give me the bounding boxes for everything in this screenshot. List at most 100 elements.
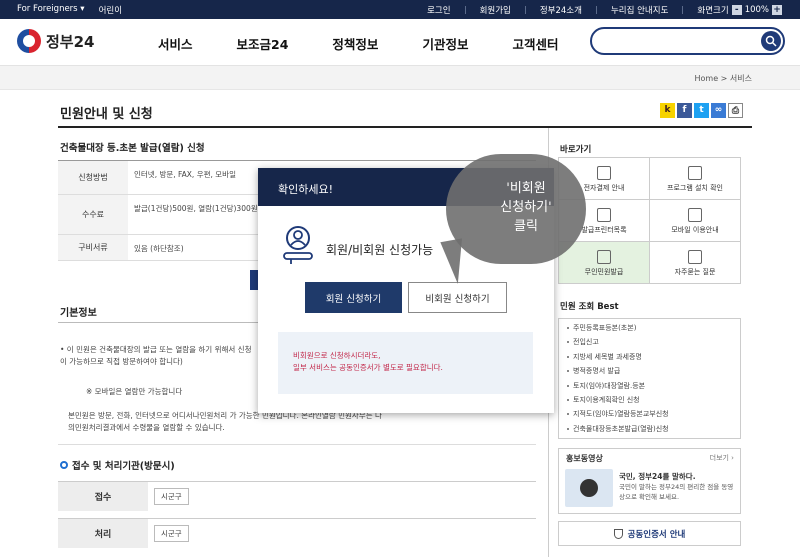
twitter-share-icon[interactable]: t	[694, 103, 709, 118]
promo-video-box: 홍보동영상 더보기 › 국민, 정부24를 말하다. 국민이 말하는 정부24의…	[558, 448, 741, 514]
divider	[682, 6, 684, 14]
user-apply-icon	[283, 226, 313, 264]
logo[interactable]: 정부24	[17, 29, 94, 53]
shortcuts-title: 바로가기	[560, 145, 592, 155]
process-value: 시군구	[148, 519, 195, 548]
shortcut-label: 프로그램 설치 확인	[667, 184, 723, 192]
callout-text: '비회원 신청하기' 클릭	[486, 180, 566, 237]
video-thumbnail[interactable]	[565, 469, 613, 507]
zoom-out-button[interactable]: -	[731, 5, 742, 15]
screen-size-label: 화면크기	[697, 6, 729, 16]
process-label: 처리	[58, 519, 148, 548]
basic-info-heading: 기본정보	[60, 308, 97, 319]
nav-service[interactable]: 서비스	[158, 34, 193, 53]
certificate-label: 공동인증서 안내	[627, 529, 686, 540]
list-item[interactable]: 토지(임야)대장열람.등본	[567, 379, 732, 393]
row-label: 신청방법	[58, 161, 128, 194]
shortcut-label: 자주묻는 질문	[674, 268, 716, 276]
breadcrumb-current[interactable]: 서비스	[730, 74, 752, 83]
nav-policy[interactable]: 정책정보	[332, 34, 378, 53]
main-header: 정부24 서비스 보조금24 정책정보 기관정보 고객센터	[0, 19, 800, 66]
best-list: 주민등록표등본(초본) 전입신고 지방세 세목별 과세증명 병적증명서 발급 토…	[558, 318, 741, 440]
process-row: 접수 시군구	[58, 481, 536, 511]
list-item[interactable]: 지적도(임야도)열람등본교부신청	[567, 407, 732, 421]
member-apply-button[interactable]: 회원 신청하기	[305, 282, 402, 313]
shortcut-kiosk[interactable]: 무인민원발급	[559, 242, 650, 284]
kiosk-icon	[597, 250, 611, 264]
shortcut-faq[interactable]: 자주묻는 질문	[650, 242, 741, 284]
monitor-icon	[688, 166, 702, 180]
print-icon[interactable]: ⎙	[728, 103, 743, 118]
office-heading: 접수 및 처리기관(방문시)	[60, 458, 175, 472]
shortcut-program[interactable]: 프로그램 설치 확인	[650, 158, 741, 200]
list-item[interactable]: 토지이용계획확인 신청	[567, 393, 732, 407]
facebook-share-icon[interactable]: f	[677, 103, 692, 118]
kids-link[interactable]: 어린이	[99, 4, 122, 16]
title-divider	[58, 126, 752, 128]
list-item[interactable]: 전입신고	[567, 335, 732, 349]
service-title: 건축물대장 등.초본 발급(열람) 신청	[60, 143, 205, 154]
breadcrumb-home[interactable]: Home	[694, 74, 718, 83]
zoom-in-button[interactable]: +	[772, 5, 782, 15]
callout-line: '비회원	[506, 181, 546, 196]
logo-text: 정부24	[46, 32, 95, 51]
basic-info-text-2: 본민원은 방문, 전화, 인터넷으로 어디서나민원처리 가 가능한 민원입니다.…	[68, 411, 382, 432]
promo-headline[interactable]: 국민, 정부24를 말하다.	[619, 471, 696, 482]
join-link[interactable]: 회원가입	[480, 4, 511, 16]
nav-subsidy[interactable]: 보조금24	[237, 34, 289, 53]
promo-desc: 국민이 말하는 정부24의 편리한 점을 동영상으로 확인해 보세요.	[619, 483, 734, 501]
printer-icon	[597, 208, 611, 222]
main-nav: 서비스 보조금24 정책정보 기관정보 고객센터	[158, 34, 602, 53]
best-title: 민원 조회 Best	[560, 302, 619, 312]
breadcrumb: Home > 서비스	[694, 73, 752, 84]
top-utility-bar: For Foreigners ▾ 어린이 로그인 회원가입 정부24소개 누리집…	[0, 0, 800, 19]
shortcut-label: 무인민원발급	[584, 268, 624, 276]
modal-question: 회원/비회원 신청가능	[326, 243, 434, 257]
for-foreigners-link[interactable]: For Foreigners ▾	[17, 4, 85, 16]
search-button[interactable]	[761, 31, 781, 51]
divider	[595, 6, 597, 14]
list-item[interactable]: 건축물대장등초본발급(열람)신청	[567, 422, 732, 436]
shortcut-label: 전자결제 안내	[583, 184, 625, 192]
section-divider	[58, 444, 536, 445]
certificate-guide-button[interactable]: 공동인증서 안내	[558, 521, 741, 546]
agency-tag[interactable]: 시군구	[154, 525, 189, 542]
process-label: 접수	[58, 482, 148, 511]
notice-line-2: 일부 서비스는 공동인증서가 별도로 필요합니다.	[293, 363, 443, 372]
row-label: 수수료	[58, 195, 128, 234]
share-icons: k f t ∞ ⎙	[660, 103, 743, 118]
breadcrumb-sep: >	[720, 74, 728, 83]
process-value: 시군구	[148, 482, 195, 511]
download-icon	[597, 166, 611, 180]
zoom-control: 화면크기 - 100% +	[697, 4, 782, 16]
shortcut-mobile[interactable]: 모바일 이용안내	[650, 200, 741, 242]
sitemap-link[interactable]: 누리집 안내지도	[611, 4, 668, 16]
list-item[interactable]: 주민등록표등본(초본)	[567, 321, 732, 335]
divider	[524, 6, 526, 14]
taegeuk-logo-icon	[17, 29, 41, 53]
promo-more-link[interactable]: 더보기 ›	[710, 453, 734, 463]
list-item[interactable]: 지방세 세목별 과세증명	[567, 350, 732, 364]
search-icon	[765, 35, 777, 47]
nonmember-apply-button[interactable]: 비회원 신청하기	[408, 282, 507, 313]
chat-icon	[688, 250, 702, 264]
bullet-icon	[60, 461, 68, 469]
link-copy-icon[interactable]: ∞	[711, 103, 726, 118]
agency-tag[interactable]: 시군구	[154, 488, 189, 505]
nav-agency[interactable]: 기관정보	[422, 34, 468, 53]
list-item[interactable]: 병적증명서 발급	[567, 364, 732, 378]
nav-support[interactable]: 고객센터	[512, 34, 558, 53]
row-label: 구비서류	[58, 235, 128, 260]
search-input[interactable]	[590, 27, 785, 55]
page-title: 민원안내 및 신청	[60, 107, 153, 122]
intro-link[interactable]: 정부24소개	[540, 4, 582, 16]
modal-notice: 비회원으로 신청하시더라도, 일부 서비스는 공동인증서가 별도로 필요합니다.	[278, 332, 533, 394]
process-row: 처리 시군구	[58, 518, 536, 548]
callout-line: 신청하기'	[500, 199, 552, 215]
kakao-share-icon[interactable]: k	[660, 103, 675, 118]
login-link[interactable]: 로그인	[427, 4, 450, 16]
phone-icon	[688, 208, 702, 222]
office-heading-text: 접수 및 처리기관(방문시)	[72, 461, 175, 472]
callout-line: 클릭	[514, 218, 538, 234]
basic-info-text: • 이 민원은 건축물대장의 발급 또는 열람을 하기 위해서 신청 이 가능하…	[60, 345, 252, 366]
